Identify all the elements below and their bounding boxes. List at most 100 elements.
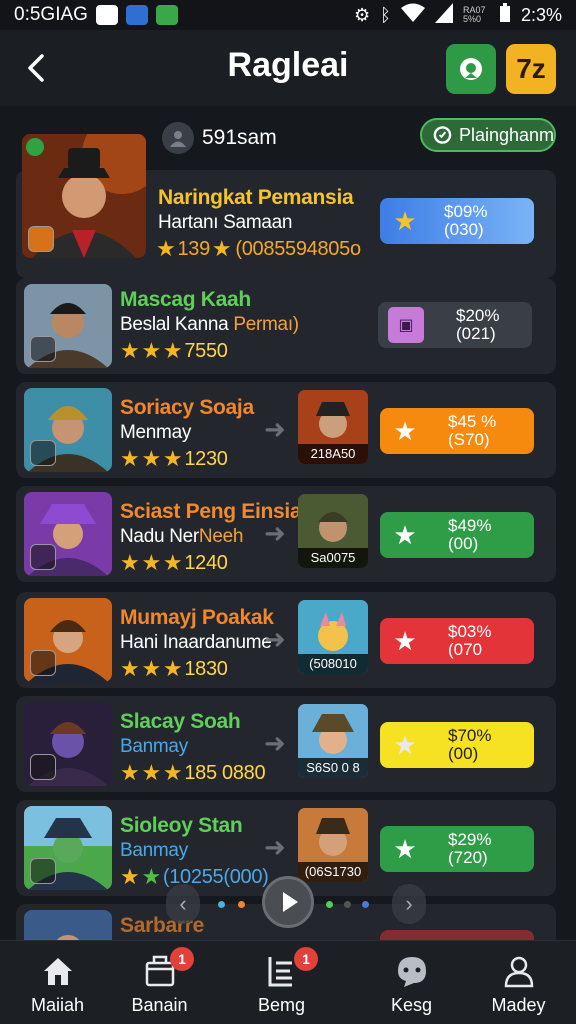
item-avatar [24,910,112,940]
chat-icon [398,957,426,987]
battery-text: 2:3% [520,4,562,25]
gallery-icon [155,5,178,25]
star-icon: ★ [141,760,161,785]
wifi-icon [400,3,425,28]
star-icon: ★ [141,656,161,681]
tab-home[interactable]: Maiiah [0,941,115,1024]
pager-prev-button[interactable]: ‹ [166,884,200,924]
tab-chat[interactable]: Kesg [354,941,469,1024]
item-button-line1: $45 % [448,412,497,431]
item-subtitle: Hani Inaardanume [120,632,272,653]
page-dot[interactable] [362,901,369,908]
list-item[interactable]: Slacay Soah Banmay ★ ★ ★ 185 0880 ➜ S6S0… [16,696,556,792]
item-rating: ★ ★ ★ 185 0880 [120,760,266,786]
role-badge [30,858,56,884]
zz-button[interactable]: 7z [506,44,556,94]
tab-profile[interactable]: Madey [461,941,576,1024]
ranking-list: 591sam Plainghanm Naringkat Pemansia Har… [0,106,576,940]
item-name: Soriacy Soaja [120,396,254,419]
item-action-button[interactable]: ★ $29% (720) [380,826,534,872]
tab-label: Maiiah [30,995,85,1015]
featured-avatar[interactable] [22,134,146,258]
item-avatar [24,492,112,576]
featured-rating: ★ 139 ★ (0085594805o [156,236,361,262]
tab-label: Kesg [390,995,433,1015]
camera-icon [460,58,482,80]
signal-icon [434,2,453,28]
item-button-line1: $29% [448,830,492,849]
pager-next-button[interactable]: › [392,884,426,924]
list-item[interactable]: Mumayj Poakak Hani Inaardanume ★ ★ ★ 183… [16,592,556,688]
thumbnail-label: S6S0 0 8 [298,758,368,778]
item-rating-value: 1830 [184,657,228,680]
star-icon: ★ [156,236,176,261]
item-avatar [24,598,112,682]
item-action-button[interactable]: ▣ $20% (021) [378,302,532,348]
page-dot[interactable] [238,901,245,908]
star-icon: ★ [211,236,232,261]
star-icon: ★ [162,338,183,363]
role-badge [30,336,56,362]
item-subtitle: Beslal Kanna Permaı) [120,314,299,336]
page-dot[interactable] [218,901,225,908]
play-button[interactable] [262,876,314,928]
featured-button-line2: (030) [444,220,484,239]
item-button-line1: $20% [456,306,500,325]
role-badge [30,650,56,676]
playing-pill[interactable]: Plainghanm [420,118,556,152]
featured-button-line1: $09% [444,202,488,221]
tab-store[interactable]: 1 Banain [102,941,217,1024]
item-rating: ★ ★ ★ 1240 [120,550,228,576]
star-icon: ★ [162,656,183,681]
item-name: Mascag Kaah [120,288,251,311]
page-dot[interactable] [344,901,351,908]
item-action-button[interactable]: ★ $70% (00) [380,722,534,768]
list-item[interactable]: Sciast Peng Einsia Nadu NerNeeh ★ ★ ★ 12… [16,486,556,582]
item-button-line1: $70% [448,726,492,745]
profile-icon [504,956,534,988]
featured-user: 591sam [162,122,277,154]
role-badge [30,544,56,570]
item-action-button[interactable]: ★ $49% (00) [380,512,534,558]
item-button-line1: $03% [448,622,492,641]
star-icon: ★ [393,833,417,864]
camera-button[interactable] [446,44,496,94]
item-subtitle: Banmay [120,736,188,757]
home-icon [44,958,72,985]
item-button-line2: (070 [448,640,483,659]
network-label: RA07 5%0 [462,5,486,24]
item-subtitle-text: Nadu Ner [120,526,199,547]
role-badge [28,226,54,252]
item-name: Sioleoy Stan [120,814,243,837]
item-action-button[interactable]: ★ $45 % (S70) [380,408,534,454]
star-icon: ★ [393,729,417,760]
thumbnail-label: Sa0075 [298,548,368,568]
star-icon: ★ [393,519,417,550]
item-button-line2: (S70) [448,430,490,449]
item-subtitle-accent: Neeh [198,526,244,547]
item-subtitle: Nadu NerNeeh [120,526,243,548]
item-rating-value: 185 0880 [184,761,266,784]
item-subtitle-accent: Permaı) [233,314,299,335]
featured-rating-extra: (0085594805o [235,237,361,260]
star-icon: ★ [141,550,161,575]
star-icon: ★ [120,864,140,889]
level-badge [26,138,44,156]
bluetooth-icon: ᛒ [380,4,391,25]
star-icon: ★ [120,656,140,681]
item-avatar [24,806,112,890]
zz-icon: 7z [516,53,546,84]
star-icon: ★ [162,550,183,575]
page-dot[interactable] [326,901,333,908]
playing-pill-label: Plainghanm [458,124,554,145]
featured-action-button[interactable]: ★ $09% (030) [380,198,534,244]
item-thumbnail: (508010 [298,600,368,674]
list-item[interactable]: Mascag Kaah Beslal Kanna Permaı) ★ ★ ★ 7… [16,278,556,374]
bottom-navigation: Maiiah 1 Banain 1 Bemg Kesg Madey [0,940,576,1024]
item-avatar [24,702,112,786]
tab-list[interactable]: 1 Bemg [230,941,345,1024]
item-action-button[interactable]: ★ $03% (070 [380,618,534,664]
star-icon: ★ [120,550,140,575]
featured-name: Naringkat Pemansia [158,186,354,209]
list-item[interactable]: Soriacy Soaja Menmay ★ ★ ★ 1230 ➜ 218A50… [16,382,556,478]
